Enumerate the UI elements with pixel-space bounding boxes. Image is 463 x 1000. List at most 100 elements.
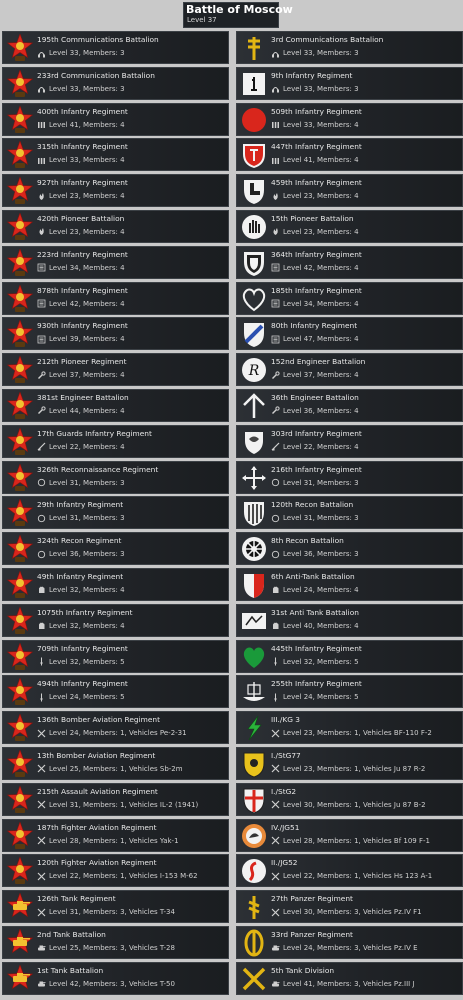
unit-stats-text: Level 44, Members: 4: [49, 406, 125, 415]
unit-stats: Level 25, Members: 1, Vehicles Sb-2m: [37, 764, 183, 774]
crossed-tools-icon: [37, 872, 46, 881]
unit-row[interactable]: 9th Infantry Regiment Level 33, Members: …: [236, 66, 463, 100]
scope-icon: [271, 514, 280, 523]
unit-name: 255th Infantry Regiment: [271, 679, 362, 689]
unit-row[interactable]: 195th Communications Battalion Level 33, …: [2, 31, 229, 64]
unit-stats-text: Level 41, Members: 4: [49, 120, 125, 129]
rifle-icon: [271, 442, 280, 451]
bayonet-icon: [274, 657, 277, 666]
unit-row[interactable]: 49th Infantry Regiment Level 32, Members:…: [2, 567, 229, 601]
unit-row[interactable]: 930th Infantry Regiment Level 39, Members…: [2, 317, 229, 351]
unit-row[interactable]: IV./JG51 Level 28, Members: 1, Vehicles B…: [236, 818, 463, 852]
unit-row[interactable]: 187th Fighter Aviation Regiment Level 28,…: [2, 818, 229, 852]
unit-row[interactable]: 31st Anti Tank Battalion Level 40, Member…: [236, 603, 463, 637]
unit-name: 187th Fighter Aviation Regiment: [37, 822, 157, 832]
unit-stats: Level 22, Members: 4: [271, 442, 359, 452]
unit-row[interactable]: 29th Infantry Regiment Level 31, Members:…: [2, 496, 229, 530]
unit-row[interactable]: 445th Infantry Regiment Level 32, Members…: [236, 639, 463, 673]
unit-row[interactable]: 80th Infantry Regiment Level 47, Members:…: [236, 317, 463, 351]
unit-row[interactable]: 223rd Infantry Regiment Level 34, Members…: [2, 245, 229, 279]
unit-row[interactable]: 136th Bomber Aviation Regiment Level 24, …: [2, 711, 229, 745]
unit-row[interactable]: 5th Tank Division Level 41, Members: 3, V…: [236, 961, 463, 995]
crossed-tools-icon: [37, 836, 46, 845]
unit-row[interactable]: 15th Pioneer Battalion Level 23, Members:…: [236, 209, 463, 243]
unit-row[interactable]: 215th Assault Aviation Regiment Level 31,…: [2, 782, 229, 816]
unit-row[interactable]: 13th Bomber Aviation Regiment Level 25, M…: [2, 746, 229, 780]
unit-name: 80th Infantry Regiment: [271, 321, 358, 331]
soviet-star-emblem: [6, 714, 34, 742]
unit-stats: Level 36, Members: 3: [271, 549, 359, 559]
unit-stats: Level 33, Members: 4: [37, 155, 125, 165]
unit-stats: Level 24, Members: 3, Vehicles Pz.IV E: [271, 943, 418, 953]
unit-row[interactable]: 255th Infantry Regiment Level 24, Members…: [236, 675, 463, 709]
unit-row[interactable]: 33rd Panzer Regiment Level 24, Members: 3…: [236, 925, 463, 959]
unit-row[interactable]: 1st Tank Battalion Level 42, Members: 3, …: [2, 961, 229, 995]
unit-row[interactable]: 324th Recon Regiment Level 36, Members: 3: [2, 532, 229, 566]
unit-name: III./KG 3: [271, 715, 301, 725]
unit-row[interactable]: 233rd Communication Battalion Level 33, M…: [2, 66, 229, 100]
unit-stats-text: Level 41, Members: 4: [283, 156, 359, 165]
unit-row[interactable]: 120th Fighter Aviation Regiment Level 22,…: [2, 854, 229, 888]
unit-stats-text: Level 41, Members: 3, Vehicles Pz.III J: [283, 979, 415, 988]
unit-row[interactable]: R 152nd Engineer Battalion Level 37, Membe…: [236, 353, 463, 387]
unit-row[interactable]: 303rd Infantry Regiment Level 22, Members…: [236, 424, 463, 458]
unit-name: 509th Infantry Regiment: [271, 106, 362, 116]
unit-row[interactable]: I./StG2 Level 30, Members: 1, Vehicles Ju…: [236, 782, 463, 816]
soviet-star-emblem: [6, 427, 34, 455]
unit-row[interactable]: 126th Tank Regiment Level 31, Members: 3,…: [2, 890, 229, 924]
unit-row[interactable]: 364th Infantry Regiment Level 42, Members…: [236, 245, 463, 279]
unit-row[interactable]: 27th Panzer Regiment Level 30, Members: 3…: [236, 890, 463, 924]
unit-name: 126th Tank Regiment: [37, 894, 116, 904]
unit-stats-text: Level 39, Members: 4: [49, 335, 125, 344]
unit-row[interactable]: 17th Guards Infantry Regiment Level 22, M…: [2, 424, 229, 458]
unit-row[interactable]: I./StG77 Level 23, Members: 1, Vehicles J…: [236, 746, 463, 780]
soviet-star-emblem: [6, 678, 34, 706]
unit-row[interactable]: 494th Infantry Regiment Level 24, Members…: [2, 675, 229, 709]
unit-row[interactable]: 927th Infantry Regiment Level 23, Members…: [2, 174, 229, 208]
unit-stats: Level 23, Members: 4: [271, 227, 359, 237]
unit-row[interactable]: 3rd Communications Battalion Level 33, Me…: [236, 31, 463, 64]
unit-row[interactable]: 36th Engineer Battalion Level 36, Members…: [236, 388, 463, 422]
unit-row[interactable]: 447th Infantry Regiment Level 41, Members…: [236, 138, 463, 172]
unit-stats-text: Level 22, Members: 1, Vehicles I-153 M-6…: [49, 872, 198, 881]
unit-row[interactable]: 709th Infantry Regiment Level 32, Members…: [2, 639, 229, 673]
flag-emblem: [242, 612, 266, 629]
unit-row[interactable]: III./KG 3 Level 23, Members: 1, Vehicles …: [236, 711, 463, 745]
cross-arrows-emblem: [242, 465, 266, 490]
list-icon: [271, 299, 280, 308]
unit-row[interactable]: 400th Infantry Regiment Level 41, Members…: [2, 102, 229, 136]
bayonet-icon: [274, 693, 277, 702]
unit-row[interactable]: 315th Infantry Regiment Level 33, Members…: [2, 138, 229, 172]
unit-stats-text: Level 32, Members: 5: [49, 657, 125, 666]
unit-row[interactable]: 878th Infantry Regiment Level 42, Members…: [2, 281, 229, 315]
soviet-star-emblem: [6, 749, 34, 777]
unit-row[interactable]: 212th Pioneer Regiment Level 37, Members:…: [2, 353, 229, 387]
unit-row[interactable]: 216th Infantry Regiment Level 31, Members…: [236, 460, 463, 494]
headphones-icon: [272, 51, 279, 57]
unit-row[interactable]: 420th Pioneer Battalion Level 23, Members…: [2, 209, 229, 243]
unit-stats: Level 28, Members: 1, Vehicles Yak-1: [37, 836, 179, 846]
unit-row[interactable]: 1075th Infantry Regiment Level 32, Member…: [2, 603, 229, 637]
unit-name: 494th Infantry Regiment: [37, 679, 128, 689]
unit-row[interactable]: 326th Reconnaissance Regiment Level 31, M…: [2, 460, 229, 494]
unit-row[interactable]: 459th Infantry Regiment Level 23, Members…: [236, 174, 463, 208]
fist-icon: [39, 587, 45, 594]
unit-stats-text: Level 32, Members: 5: [283, 657, 359, 666]
unit-row[interactable]: 120th Recon Battalion Level 31, Members: …: [236, 496, 463, 530]
unit-row[interactable]: II./JG52 Level 22, Members: 1, Vehicles H…: [236, 854, 463, 888]
unit-stats-text: Level 37, Members: 4: [49, 371, 125, 380]
soviet-star-emblem: [6, 857, 34, 885]
unit-stats-text: Level 33, Members: 3: [283, 84, 359, 93]
unit-row[interactable]: 381st Engineer Battalion Level 44, Member…: [2, 388, 229, 422]
unit-row[interactable]: 8th Recon Battalion Level 36, Members: 3: [236, 532, 463, 566]
unit-stats: Level 33, Members: 3: [271, 84, 359, 94]
soviet-star-emblem: [6, 284, 34, 312]
unit-row[interactable]: 185th Infantry Regiment Level 34, Members…: [236, 281, 463, 315]
tank-icon: [38, 981, 46, 987]
double-cross-emblem: [248, 37, 260, 60]
unit-row[interactable]: 2nd Tank Battalion Level 25, Members: 3, …: [2, 925, 229, 959]
unit-stats: Level 22, Members: 4: [37, 442, 125, 452]
unit-row[interactable]: 6th Anti-Tank Battalion Level 24, Members…: [236, 567, 463, 601]
unit-row[interactable]: 509th Infantry Regiment Level 33, Members…: [236, 102, 463, 136]
soviet-star-emblem: [6, 212, 34, 240]
